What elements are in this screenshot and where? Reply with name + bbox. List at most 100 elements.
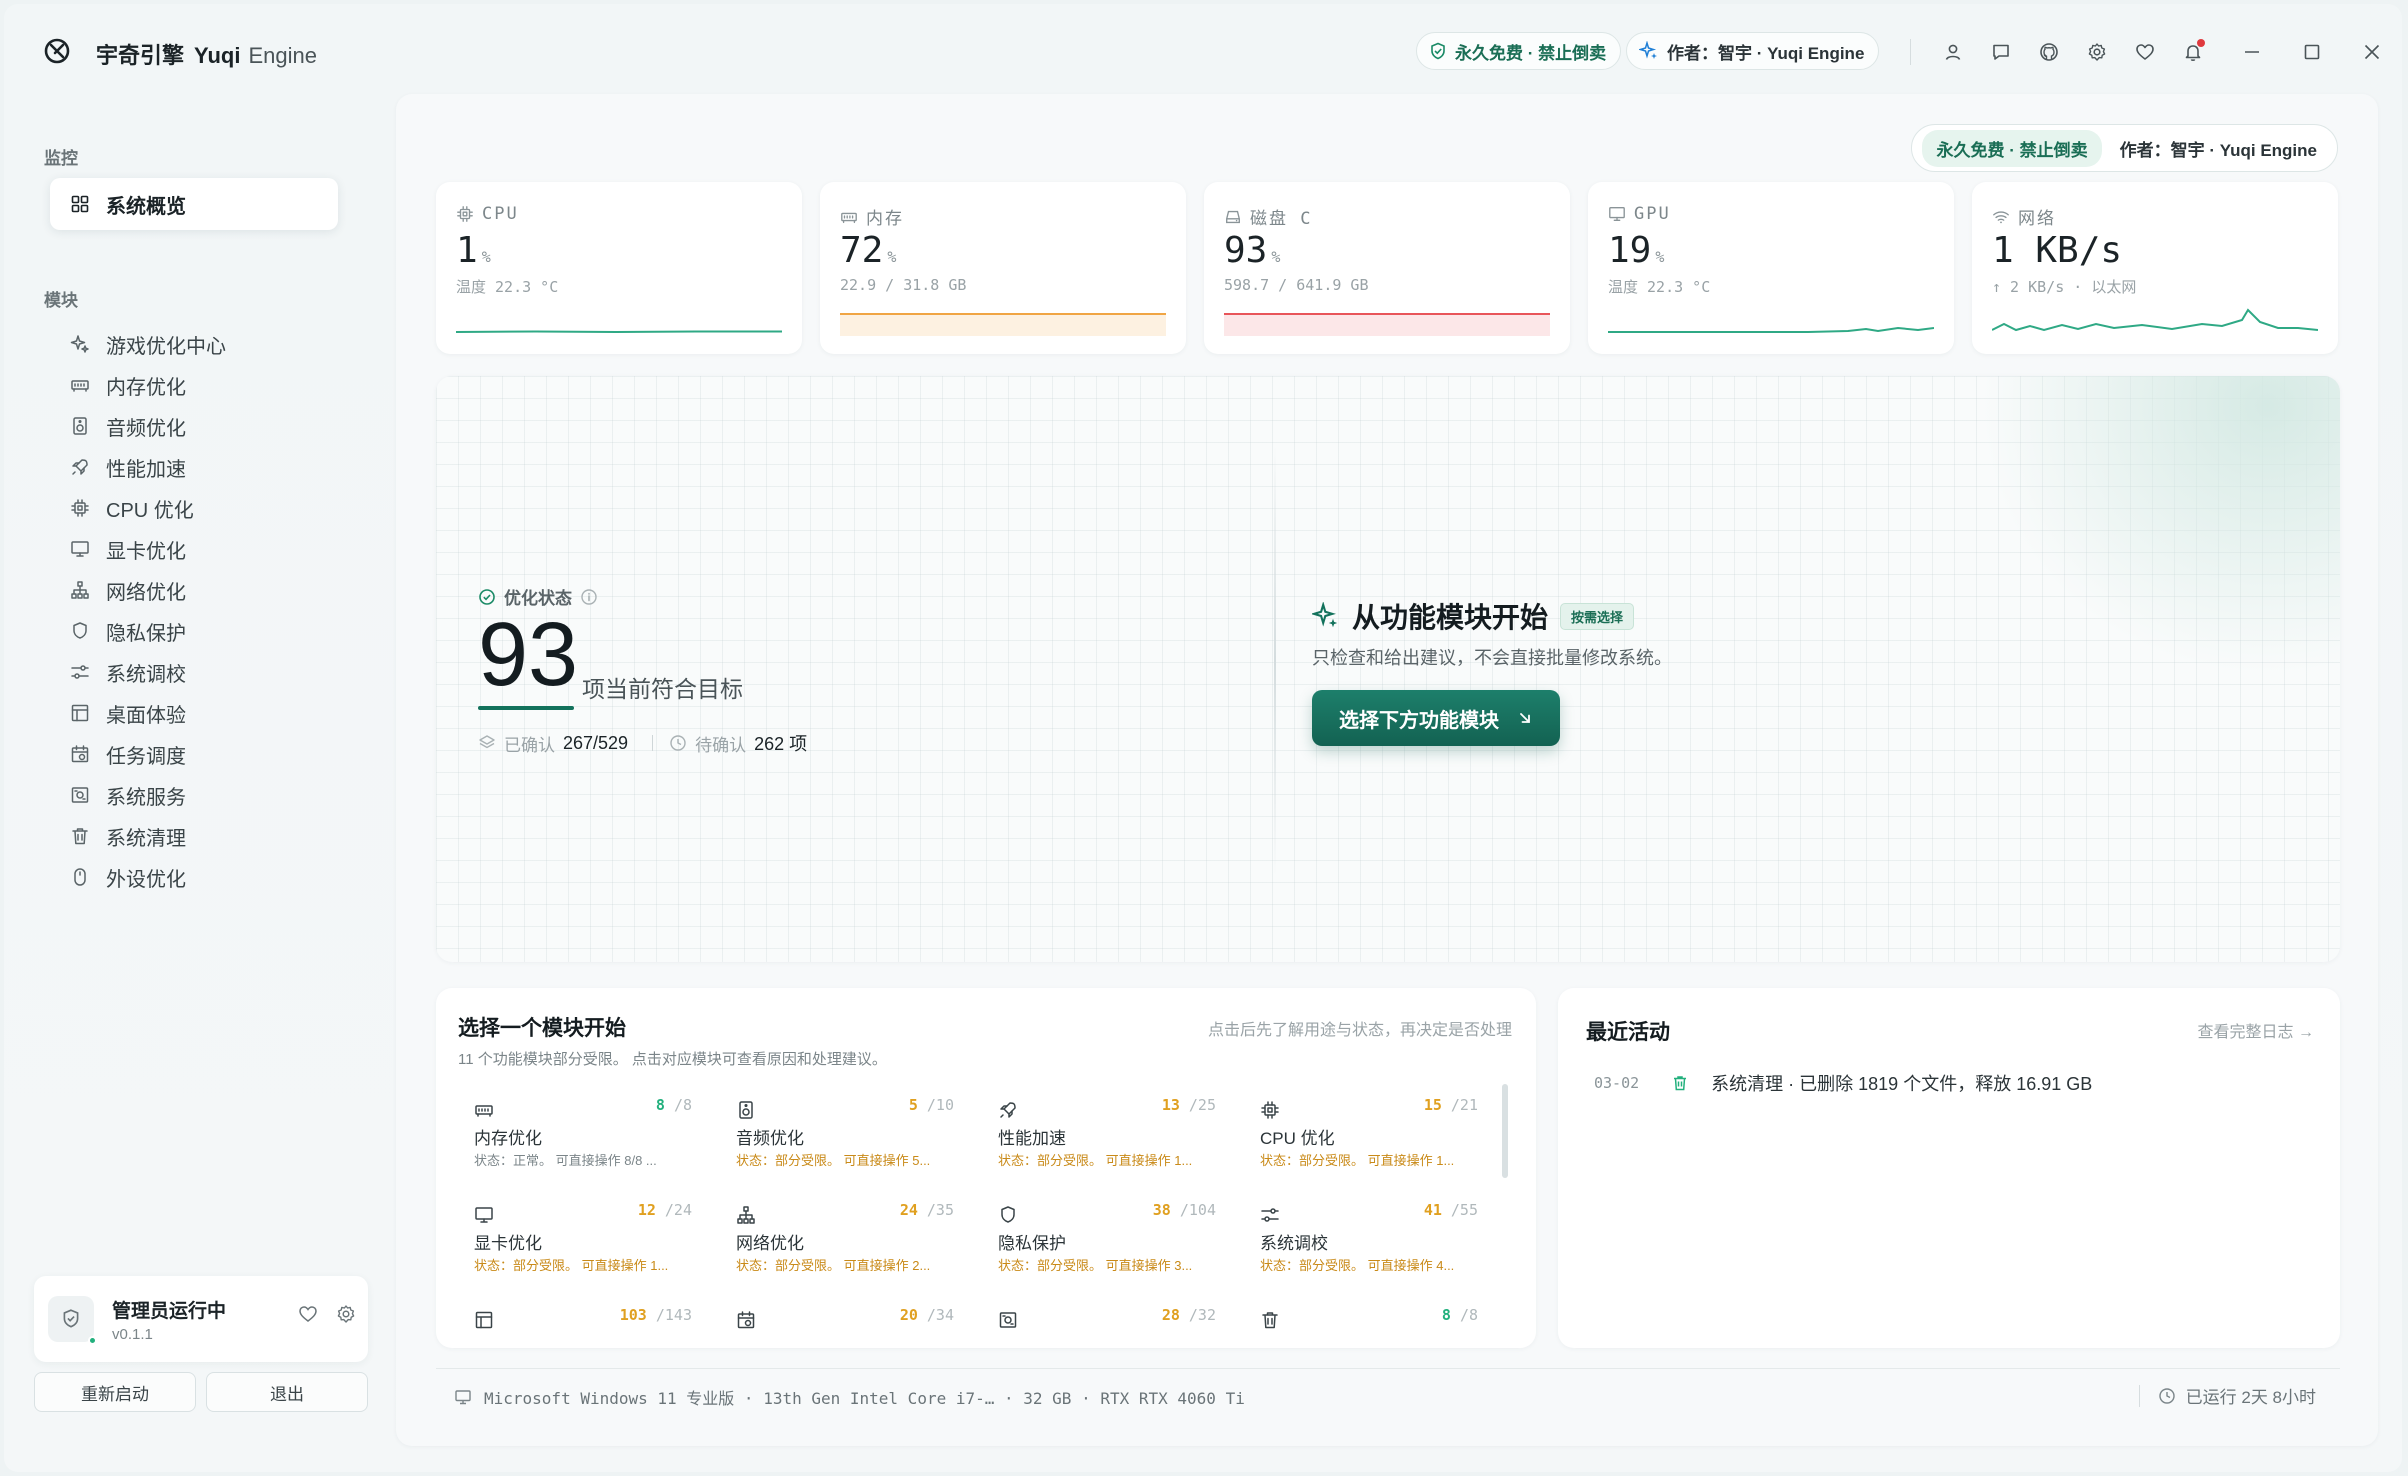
module-icon [1260, 1310, 1280, 1335]
stat-value-number: 72 [840, 230, 884, 271]
notifications-button[interactable] [2169, 34, 2217, 70]
sidebar-item-label: 任务调度 [106, 745, 186, 768]
stat-sparkline [1224, 313, 1550, 336]
module-icon [998, 1310, 1018, 1335]
stat-label-text: 网络 [2018, 209, 2056, 229]
sidebar-item-label: 隐私保护 [106, 622, 186, 645]
module-card-cpu[interactable]: 15 /21 CPU 优化 状态：部分受限。 可直接操作 1... [1244, 1082, 1494, 1178]
activity-date: 03-02 [1594, 1074, 1640, 1092]
sidebar-item-label: 性能加速 [106, 458, 186, 481]
monitor-icon [475, 1207, 493, 1223]
settings-icon[interactable] [336, 1304, 356, 1324]
module-card-shield[interactable]: 38 /104 隐私保护 状态：部分受限。 可直接操作 3... [982, 1187, 1232, 1283]
optimization-hero: 优化状态 93 项当前符合目标 已确认 267/529 待确认 262 项 从功… [436, 376, 2340, 962]
hero-description: 只检查和给出建议，不会直接批量修改系统。 [1312, 648, 1672, 668]
module-count-done: 20 [899, 1306, 918, 1324]
clock-icon [670, 735, 686, 751]
settings-icon [2088, 43, 2106, 61]
user-button[interactable] [1929, 34, 1977, 70]
info-icon[interactable] [580, 588, 598, 606]
module-card-network[interactable]: 24 /35 网络优化 状态：部分受限。 可直接操作 2... [720, 1187, 970, 1283]
arrow-down-right-icon [1520, 713, 1530, 723]
score-caption: 项当前符合目标 [582, 676, 743, 702]
choose-module-button[interactable]: 选择下方功能模块 [1312, 690, 1560, 746]
calendar-icon [737, 1311, 755, 1329]
modules-title: 选择一个模块开始 [458, 1017, 626, 1040]
stat-label: 内存 [840, 204, 904, 229]
sidebar-item-label: 音频优化 [106, 417, 186, 440]
network-icon [71, 581, 89, 599]
maximize-button[interactable] [2282, 28, 2342, 76]
layout-icon [71, 704, 89, 722]
heart-icon [2136, 44, 2154, 60]
module-count-done: 8 [655, 1096, 665, 1114]
choose-module-label: 选择下方功能模块 [1339, 709, 1499, 732]
module-name: 系统调校 [1260, 1234, 1328, 1253]
sidebar-item-label: 外设优化 [106, 868, 186, 891]
sidebar-item-mouse[interactable]: 外设优化 [50, 851, 338, 903]
activity-panel: 最近活动 查看完整日志 → 03-02 系统清理 · 已删除 1819 个文件，… [1558, 988, 2340, 1348]
message-button[interactable] [1977, 34, 2025, 70]
clock-icon [2158, 1387, 2175, 1404]
rocket-icon [72, 459, 88, 475]
module-icon [474, 1205, 494, 1230]
module-card-memory[interactable]: 8 /8 内存优化 状态：正常。 可直接操作 8/8 ... [458, 1082, 708, 1178]
footer-divider [2138, 1384, 2140, 1407]
module-icon [736, 1100, 756, 1125]
module-card-layout[interactable]: 103 /143 [458, 1292, 708, 1348]
stat-card[interactable]: GPU 19% 温度 22.3 °C [1588, 182, 1954, 354]
favorite-button[interactable] [2121, 34, 2169, 70]
module-count-done: 8 [1441, 1306, 1451, 1324]
stat-card[interactable]: 磁盘 C 93% 598.7 / 641.9 GB [1204, 182, 1570, 354]
stat-sparkline [1992, 296, 2318, 336]
restart-button[interactable]: 重新启动 [34, 1372, 196, 1412]
sidebar-item-label: 系统调校 [106, 663, 186, 686]
minimize-button[interactable] [2222, 28, 2282, 76]
module-count-total: /143 [655, 1306, 692, 1324]
admin-shield [48, 1296, 94, 1342]
stat-card[interactable]: CPU 1% 温度 22.3 °C [436, 182, 802, 354]
shield-check-icon [63, 1309, 79, 1328]
module-card-calendar[interactable]: 20 /34 [720, 1292, 970, 1348]
stat-label: CPU [456, 204, 519, 224]
modules-subtitle: 11 个功能模块部分受限。 点击对应模块可查看原因和处理建议。 [458, 1051, 887, 1068]
module-card-sliders[interactable]: 41 /55 系统调校 状态：部分受限。 可直接操作 4... [1244, 1187, 1494, 1283]
dashboard-icon [71, 195, 89, 213]
stat-card[interactable]: 内存 72% 22.9 / 31.8 GB [820, 182, 1186, 354]
module-count-done: 24 [899, 1201, 918, 1219]
github-button[interactable] [2025, 34, 2073, 70]
module-count: 20 /34 [900, 1306, 954, 1324]
module-count: 12 /24 [638, 1201, 692, 1219]
settings-button[interactable] [2073, 34, 2121, 70]
module-state: 状态：部分受限。 可直接操作 3... [998, 1258, 1193, 1273]
app-logo-icon [44, 38, 70, 64]
exit-button[interactable]: 退出 [206, 1372, 368, 1412]
optimization-score: 93 [478, 605, 579, 705]
module-name: CPU 优化 [1260, 1129, 1335, 1148]
activity-entry[interactable]: 03-02 系统清理 · 已删除 1819 个文件，释放 16.91 GB [1594, 1070, 2092, 1096]
module-name: 音频优化 [736, 1129, 804, 1148]
stat-card[interactable]: 网络 1 KB/s ↑ 2 KB/s · 以太网 [1972, 182, 2338, 354]
module-count: 13 /25 [1162, 1096, 1216, 1114]
sidebar-item-label: 桌面体验 [106, 704, 186, 727]
author-badge[interactable]: 作者：智宇 · Yuqi Engine [1626, 32, 1880, 70]
close-button[interactable] [2342, 28, 2402, 76]
sidebar: 监控 系统概览 模块 游戏优化中心 内存优化 音频优化 性能加速 CPU 优化 显卡优化网… [4, 96, 392, 1472]
module-count: 8 /8 [656, 1096, 692, 1114]
trash-icon [1674, 1076, 1687, 1091]
module-card-services[interactable]: 28 /32 [982, 1292, 1232, 1348]
heart-icon[interactable] [298, 1304, 318, 1324]
titlebar-icons [1910, 34, 2217, 70]
module-card-monitor[interactable]: 12 /24 显卡优化 状态：部分受限。 可直接操作 1... [458, 1187, 708, 1283]
sidebar-item-overview[interactable]: 系统概览 [50, 178, 338, 230]
sidebar-section-modules: 模块 [44, 291, 78, 310]
module-card-trash[interactable]: 8 /8 [1244, 1292, 1494, 1348]
view-full-log-link[interactable]: 查看完整日志 → [2198, 1018, 2314, 1042]
sidebar-section-monitor: 监控 [44, 149, 78, 168]
close-icon [2364, 44, 2380, 60]
sidebar-item-label: 游戏优化中心 [106, 335, 226, 358]
module-card-speaker[interactable]: 5 /10 音频优化 状态：部分受限。 可直接操作 5... [720, 1082, 970, 1178]
sidebar-item-label: 系统概览 [106, 195, 186, 218]
module-card-rocket[interactable]: 13 /25 性能加速 状态：部分受限。 可直接操作 1... [982, 1082, 1232, 1178]
modules-scrollbar[interactable] [1502, 1084, 1508, 1178]
